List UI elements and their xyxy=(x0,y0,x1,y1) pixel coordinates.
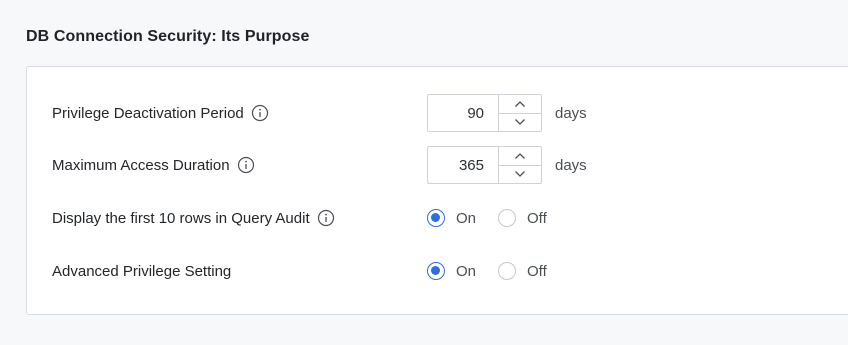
decrement-button[interactable] xyxy=(499,166,541,184)
stepper-buttons xyxy=(499,95,541,131)
radio-option-on[interactable]: On xyxy=(427,262,476,280)
chevron-up-icon xyxy=(515,152,525,159)
radio-label: On xyxy=(456,262,477,280)
setting-label-wrapper: Advanced Privilege Setting xyxy=(52,263,231,280)
setting-row-privilege-deactivation: Privilege Deactivation Period 90 days xyxy=(27,94,848,132)
setting-row-max-access-duration: Maximum Access Duration 365 days xyxy=(27,146,848,184)
radio-group: On Off xyxy=(427,262,569,280)
info-icon[interactable] xyxy=(237,156,255,174)
radio-option-off[interactable]: Off xyxy=(498,209,547,227)
increment-button[interactable] xyxy=(499,147,541,166)
decrement-button[interactable] xyxy=(499,114,541,132)
unit-label: days xyxy=(555,104,587,122)
chevron-up-icon xyxy=(515,100,525,107)
setting-label: Privilege Deactivation Period xyxy=(52,104,244,122)
radio-button[interactable] xyxy=(498,209,517,227)
radio-label: On xyxy=(456,209,477,227)
setting-label-wrapper: Privilege Deactivation Period xyxy=(52,104,269,122)
info-icon[interactable] xyxy=(317,209,335,227)
section-title: DB Connection Security: Its Purpose xyxy=(26,28,310,45)
radio-option-on[interactable]: On xyxy=(427,209,476,227)
radio-button[interactable] xyxy=(427,209,445,227)
radio-button[interactable] xyxy=(427,262,445,280)
max-access-duration-stepper: 365 xyxy=(427,146,542,184)
setting-row-query-audit-rows: Display the first 10 rows in Query Audit… xyxy=(27,199,848,237)
increment-button[interactable] xyxy=(499,95,541,114)
radio-label: Off xyxy=(527,209,547,227)
info-icon[interactable] xyxy=(251,104,269,122)
setting-label: Display the first 10 rows in Query Audit xyxy=(52,209,310,227)
stepper-control: 365 days xyxy=(427,146,587,184)
stepper-input[interactable]: 365 xyxy=(428,147,499,183)
radio-option-off[interactable]: Off xyxy=(498,262,547,280)
chevron-down-icon xyxy=(515,171,525,178)
setting-label-wrapper: Maximum Access Duration xyxy=(52,156,255,174)
radio-button[interactable] xyxy=(498,262,517,280)
chevron-down-icon xyxy=(515,119,525,126)
stepper-control: 90 days xyxy=(427,94,587,132)
setting-label: Maximum Access Duration xyxy=(52,156,230,174)
stepper-buttons xyxy=(499,147,541,183)
unit-label: days xyxy=(555,156,587,174)
setting-label-wrapper: Display the first 10 rows in Query Audit xyxy=(52,209,335,227)
stepper-input[interactable]: 90 xyxy=(428,95,499,131)
settings-panel: Privilege Deactivation Period 90 days Ma… xyxy=(26,66,848,315)
setting-label: Advanced Privilege Setting xyxy=(52,262,232,280)
radio-group: On Off xyxy=(427,209,569,227)
privilege-deactivation-stepper: 90 xyxy=(427,94,542,132)
radio-label: Off xyxy=(527,262,547,280)
setting-row-advanced-privilege: Advanced Privilege Setting On Off xyxy=(27,252,848,290)
